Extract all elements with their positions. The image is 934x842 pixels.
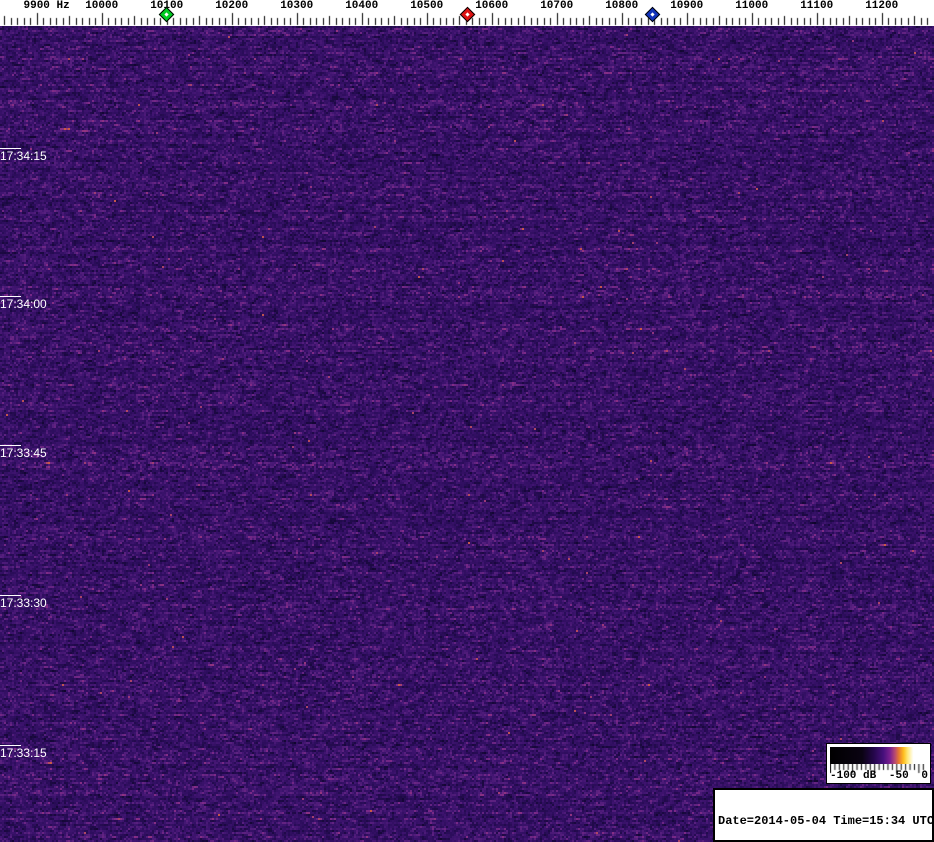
time-axis-label: 17:33:45 <box>0 445 47 460</box>
info-date-time: Date=2014-05-04 Time=15:34 UTC <box>718 814 934 828</box>
marker-center-dot <box>650 11 656 17</box>
freq-axis-label: 11200 <box>865 0 899 12</box>
freq-axis-label: 11000 <box>735 0 769 12</box>
legend-label-max: 0 <box>921 770 928 782</box>
spectrogram-window: 9900 Hz100001010010200103001040010500106… <box>0 0 934 842</box>
time-axis-label: 17:33:15 <box>0 745 47 760</box>
color-scale-gradient <box>830 747 927 764</box>
marker-center-dot <box>465 11 470 17</box>
info-box: Date=2014-05-04 Time=15:34 UTC Freq=143 … <box>713 788 934 842</box>
freq-axis-label: 11100 <box>800 0 834 12</box>
marker-center-dot <box>164 11 169 17</box>
freq-axis-label: 10400 <box>345 0 379 12</box>
freq-axis-label: 9900 Hz <box>23 0 70 12</box>
time-axis-label: 17:33:30 <box>0 595 47 610</box>
time-axis-label: 17:34:00 <box>0 296 47 311</box>
freq-axis-label: 10800 <box>605 0 639 12</box>
freq-axis-label: 10900 <box>670 0 704 12</box>
color-scale-labels: -100 dB -50 0 <box>830 770 928 782</box>
time-axis-label: 17:34:15 <box>0 148 47 163</box>
freq-axis-label: 10700 <box>540 0 574 12</box>
frequency-ruler[interactable]: 9900 Hz100001010010200103001040010500106… <box>0 0 934 26</box>
freq-axis-label: 10000 <box>85 0 119 12</box>
legend-label-min: -100 dB <box>830 770 877 782</box>
freq-axis-label: 10300 <box>280 0 314 12</box>
legend-label-mid: -50 <box>888 770 909 782</box>
freq-axis-label: 10200 <box>215 0 249 12</box>
freq-axis-label: 10600 <box>475 0 509 12</box>
color-scale-legend: -100 dB -50 0 <box>826 743 931 784</box>
freq-axis-label: 10500 <box>410 0 444 12</box>
spectrogram-canvas[interactable] <box>0 26 934 842</box>
